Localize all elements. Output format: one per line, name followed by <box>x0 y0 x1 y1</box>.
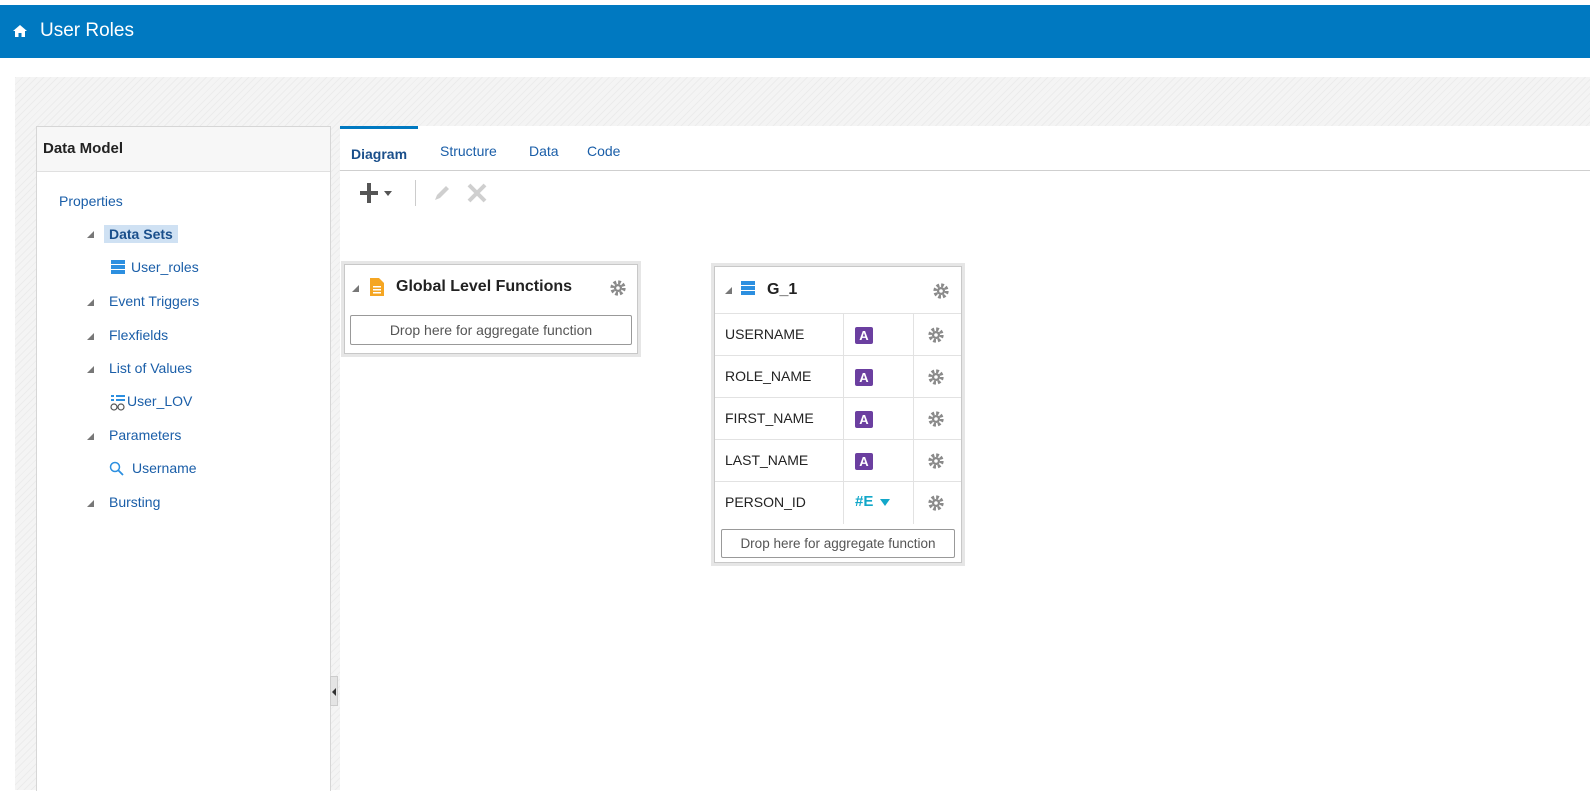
document-icon <box>370 278 384 296</box>
column-name: ROLE_NAME <box>725 368 812 384</box>
search-icon <box>109 461 124 476</box>
divider <box>913 314 914 356</box>
delete-icon[interactable] <box>466 182 488 204</box>
divider <box>843 356 844 398</box>
gear-icon[interactable] <box>927 494 945 512</box>
expand-triangle-icon[interactable] <box>87 500 94 507</box>
expand-triangle-icon[interactable] <box>725 287 732 294</box>
tree-list-of-values[interactable]: List of Values <box>109 360 192 376</box>
tree-properties[interactable]: Properties <box>59 193 123 209</box>
expand-triangle-icon[interactable] <box>87 433 94 440</box>
expand-triangle-icon[interactable] <box>87 231 94 238</box>
chevron-down-icon[interactable] <box>880 499 890 507</box>
aggregate-drop-zone[interactable]: Drop here for aggregate function <box>350 315 632 345</box>
database-icon <box>741 281 755 295</box>
string-type-icon[interactable]: A <box>855 411 873 428</box>
tree-event-triggers[interactable]: Event Triggers <box>109 293 199 309</box>
column-name: USERNAME <box>725 326 805 342</box>
table-row[interactable]: LAST_NAME A <box>715 439 961 482</box>
divider <box>843 440 844 482</box>
database-icon <box>111 260 125 274</box>
expand-triangle-icon[interactable] <box>352 285 359 292</box>
number-type-icon[interactable]: #E <box>855 493 873 510</box>
expand-triangle-icon[interactable] <box>87 333 94 340</box>
gear-icon[interactable] <box>927 410 945 428</box>
column-name: PERSON_ID <box>725 494 806 510</box>
divider <box>913 440 914 482</box>
string-type-icon[interactable]: A <box>855 327 873 344</box>
page-title: User Roles <box>40 20 134 41</box>
divider <box>843 482 844 524</box>
tree-data-sets[interactable]: Data Sets <box>104 225 178 243</box>
divider <box>913 356 914 398</box>
add-icon[interactable] <box>360 183 400 203</box>
tab-bar: Diagram Structure Data Code <box>340 126 1590 171</box>
table-row[interactable]: PERSON_ID #E <box>715 481 961 524</box>
string-type-icon[interactable]: A <box>855 369 873 386</box>
tree-user-lov[interactable]: User_LOV <box>127 393 192 409</box>
list-of-values-icon <box>110 395 125 411</box>
table-row[interactable]: FIRST_NAME A <box>715 397 961 440</box>
data-model-title: Data Model <box>37 127 330 172</box>
global-level-functions-title: Global Level Functions <box>396 278 573 295</box>
table-row[interactable]: USERNAME A <box>715 313 961 356</box>
column-name: LAST_NAME <box>725 452 809 468</box>
table-row[interactable]: ROLE_NAME A <box>715 355 961 398</box>
group-title: G_1 <box>767 281 798 298</box>
group-g1-box[interactable]: G_1 USERNAME A ROLE_NAME A FIRST_NAME A … <box>714 266 962 563</box>
toolbar-divider <box>415 180 416 206</box>
aggregate-drop-zone[interactable]: Drop here for aggregate function <box>721 529 955 558</box>
global-level-functions-box[interactable]: Global Level Functions Drop here for agg… <box>344 264 638 354</box>
gear-icon[interactable] <box>927 326 945 344</box>
tree-username-parameter[interactable]: Username <box>132 460 197 476</box>
gear-icon[interactable] <box>927 368 945 386</box>
divider <box>843 398 844 440</box>
tab-diagram[interactable]: Diagram <box>340 126 419 169</box>
home-icon[interactable] <box>12 23 28 39</box>
diagram-area: Diagram Structure Data Code Global Level… <box>340 126 1590 790</box>
divider <box>913 398 914 440</box>
expand-triangle-icon[interactable] <box>87 299 94 306</box>
tab-structure[interactable]: Structure <box>440 143 497 159</box>
divider <box>913 482 914 524</box>
string-type-icon[interactable]: A <box>855 453 873 470</box>
gear-icon[interactable] <box>932 282 950 300</box>
divider <box>843 314 844 356</box>
column-name: FIRST_NAME <box>725 410 814 426</box>
tree-user-roles[interactable]: User_roles <box>131 259 199 275</box>
tree-bursting[interactable]: Bursting <box>109 494 160 510</box>
tree-flexfields[interactable]: Flexfields <box>109 327 168 343</box>
expand-triangle-icon[interactable] <box>87 366 94 373</box>
app-header: User Roles <box>0 5 1590 58</box>
edit-icon[interactable] <box>432 183 452 203</box>
data-model-panel: Data Model Properties Data Sets User_rol… <box>36 126 331 791</box>
gear-icon[interactable] <box>609 279 627 297</box>
tab-data[interactable]: Data <box>529 143 559 159</box>
panel-collapse-handle[interactable] <box>330 676 338 706</box>
tree-parameters[interactable]: Parameters <box>109 427 181 443</box>
tab-code[interactable]: Code <box>587 143 620 159</box>
gear-icon[interactable] <box>927 452 945 470</box>
